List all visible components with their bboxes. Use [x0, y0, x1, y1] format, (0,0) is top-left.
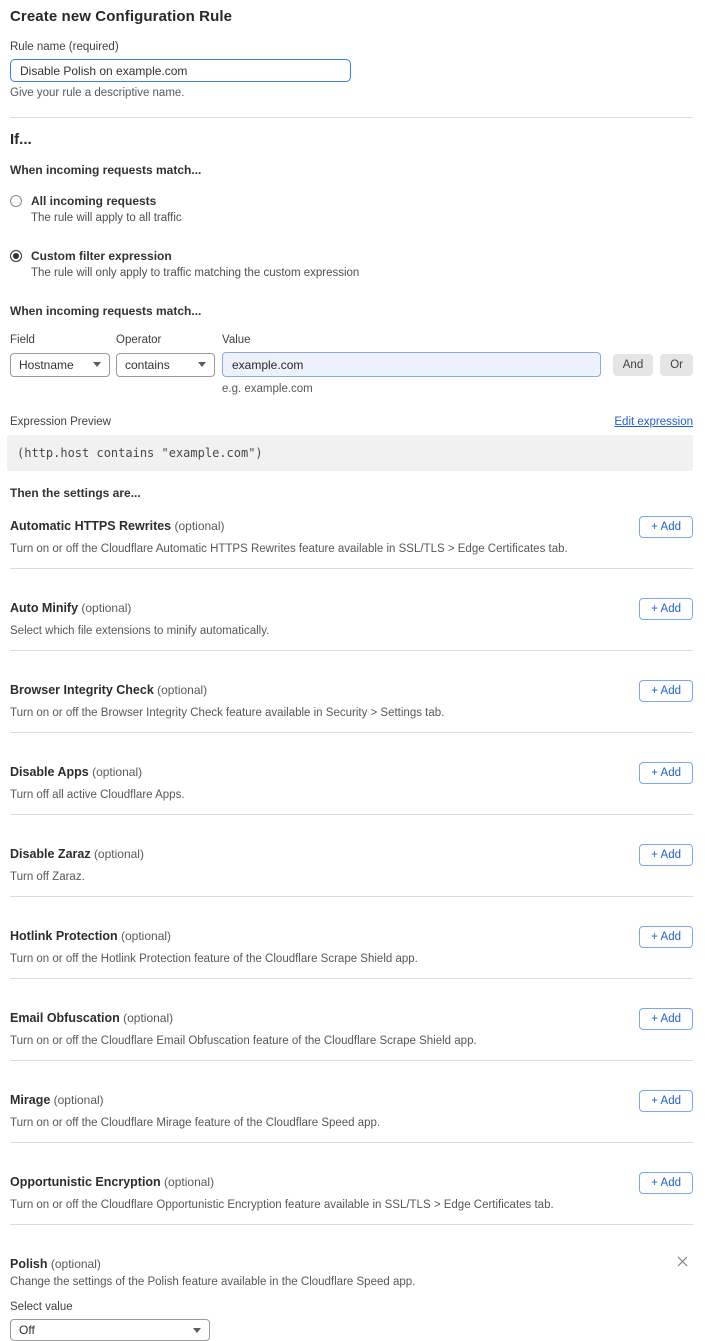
chevron-down-icon — [193, 1328, 201, 1333]
rule-name-input[interactable] — [10, 59, 351, 82]
optional-label: (optional) — [123, 1011, 173, 1025]
value-label: Value — [222, 334, 251, 346]
optional-label: (optional) — [121, 929, 171, 943]
setting-title: Disable Zaraz — [10, 847, 91, 861]
setting-row-polish: Polish (optional) Change the settings of… — [10, 1225, 693, 1341]
setting-row-browser-integrity-check: Browser Integrity Check (optional) + Add… — [10, 651, 693, 733]
operator-select-value: contains — [125, 358, 170, 372]
create-configuration-rule-form: Create new Configuration Rule Rule name … — [0, 8, 705, 1341]
setting-title: Automatic HTTPS Rewrites — [10, 519, 171, 533]
setting-title: Opportunistic Encryption — [10, 1175, 161, 1189]
setting-row-disable-zaraz: Disable Zaraz (optional) + Add Turn off … — [10, 815, 693, 897]
setting-row-disable-apps: Disable Apps (optional) + Add Turn off a… — [10, 733, 693, 815]
add-button[interactable]: + Add — [639, 680, 693, 702]
expression-builder-row: Hostname contains And Or — [10, 352, 693, 377]
setting-title: Auto Minify — [10, 601, 78, 615]
setting-row-hotlink-protection: Hotlink Protection (optional) + Add Turn… — [10, 897, 693, 979]
then-settings-heading: Then the settings are... — [10, 486, 693, 500]
field-label: Field — [10, 334, 116, 346]
setting-title: Browser Integrity Check — [10, 683, 154, 697]
edit-expression-link[interactable]: Edit expression — [614, 416, 693, 428]
and-button[interactable]: And — [613, 354, 653, 376]
radio-label: All incoming requests — [31, 194, 182, 208]
add-button[interactable]: + Add — [639, 762, 693, 784]
radio-custom-filter-expression[interactable]: Custom filter expression The rule will o… — [10, 249, 693, 279]
optional-label: (optional) — [94, 847, 144, 861]
setting-description: Turn on or off the Cloudflare Email Obfu… — [10, 1035, 693, 1047]
radio-description: The rule will apply to all traffic — [31, 212, 182, 224]
add-button[interactable]: + Add — [639, 598, 693, 620]
setting-title: Email Obfuscation — [10, 1011, 120, 1025]
polish-value-select[interactable]: Off — [10, 1319, 210, 1341]
setting-description: Change the settings of the Polish featur… — [10, 1276, 693, 1288]
optional-label: (optional) — [92, 765, 142, 779]
setting-description: Turn on or off the Cloudflare Mirage fea… — [10, 1117, 693, 1129]
optional-label: (optional) — [54, 1093, 104, 1107]
close-icon[interactable] — [675, 1254, 690, 1269]
expression-preview-code: (http.host contains "example.com") — [7, 435, 693, 471]
radio-icon[interactable] — [10, 195, 22, 207]
setting-title: Polish — [10, 1257, 48, 1271]
setting-row-automatic-https-rewrites: Automatic HTTPS Rewrites (optional) + Ad… — [10, 500, 693, 569]
value-input[interactable] — [222, 352, 601, 377]
builder-labels: Field Operator Value — [10, 334, 693, 346]
builder-heading: When incoming requests match... — [10, 304, 693, 318]
add-button[interactable]: + Add — [639, 516, 693, 538]
operator-select[interactable]: contains — [116, 353, 215, 377]
optional-label: (optional) — [174, 519, 224, 533]
setting-description: Turn off all active Cloudflare Apps. — [10, 789, 693, 801]
operator-label: Operator — [116, 334, 222, 346]
rule-name-helper: Give your rule a descriptive name. — [10, 87, 693, 99]
select-value-label: Select value — [10, 1301, 693, 1313]
setting-row-mirage: Mirage (optional) + Add Turn on or off t… — [10, 1061, 693, 1143]
setting-description: Turn on or off the Cloudflare Opportunis… — [10, 1199, 693, 1211]
setting-title: Mirage — [10, 1093, 50, 1107]
or-button[interactable]: Or — [660, 354, 693, 376]
field-select-value: Hostname — [19, 358, 74, 372]
field-select[interactable]: Hostname — [10, 353, 110, 377]
optional-label: (optional) — [81, 601, 131, 615]
setting-title: Hotlink Protection — [10, 929, 118, 943]
add-button[interactable]: + Add — [639, 844, 693, 866]
setting-description: Turn off Zaraz. — [10, 871, 693, 883]
radio-icon[interactable] — [10, 250, 22, 262]
setting-row-email-obfuscation: Email Obfuscation (optional) + Add Turn … — [10, 979, 693, 1061]
optional-label: (optional) — [51, 1257, 101, 1271]
if-heading: If... — [10, 131, 693, 148]
radio-label: Custom filter expression — [31, 249, 359, 263]
rule-name-label: Rule name (required) — [10, 41, 693, 53]
page-title: Create new Configuration Rule — [10, 8, 693, 25]
chevron-down-icon — [93, 362, 101, 367]
setting-description: Turn on or off the Browser Integrity Che… — [10, 707, 693, 719]
add-button[interactable]: + Add — [639, 926, 693, 948]
optional-label: (optional) — [157, 683, 207, 697]
radio-description: The rule will only apply to traffic matc… — [31, 267, 359, 279]
match-heading: When incoming requests match... — [10, 163, 693, 177]
optional-label: (optional) — [164, 1175, 214, 1189]
chevron-down-icon — [198, 362, 206, 367]
setting-description: Turn on or off the Cloudflare Automatic … — [10, 543, 693, 555]
add-button[interactable]: + Add — [639, 1090, 693, 1112]
setting-row-opportunistic-encryption: Opportunistic Encryption (optional) + Ad… — [10, 1143, 693, 1225]
section-divider — [10, 117, 693, 118]
add-button[interactable]: + Add — [639, 1172, 693, 1194]
setting-row-auto-minify: Auto Minify (optional) + Add Select whic… — [10, 569, 693, 651]
setting-description: Select which file extensions to minify a… — [10, 625, 693, 637]
setting-description: Turn on or off the Hotlink Protection fe… — [10, 953, 693, 965]
setting-title: Disable Apps — [10, 765, 89, 779]
add-button[interactable]: + Add — [639, 1008, 693, 1030]
radio-all-incoming-requests[interactable]: All incoming requests The rule will appl… — [10, 194, 693, 224]
value-helper: e.g. example.com — [222, 383, 693, 395]
expression-preview-label: Expression Preview — [10, 416, 111, 428]
polish-select-value: Off — [19, 1323, 35, 1337]
